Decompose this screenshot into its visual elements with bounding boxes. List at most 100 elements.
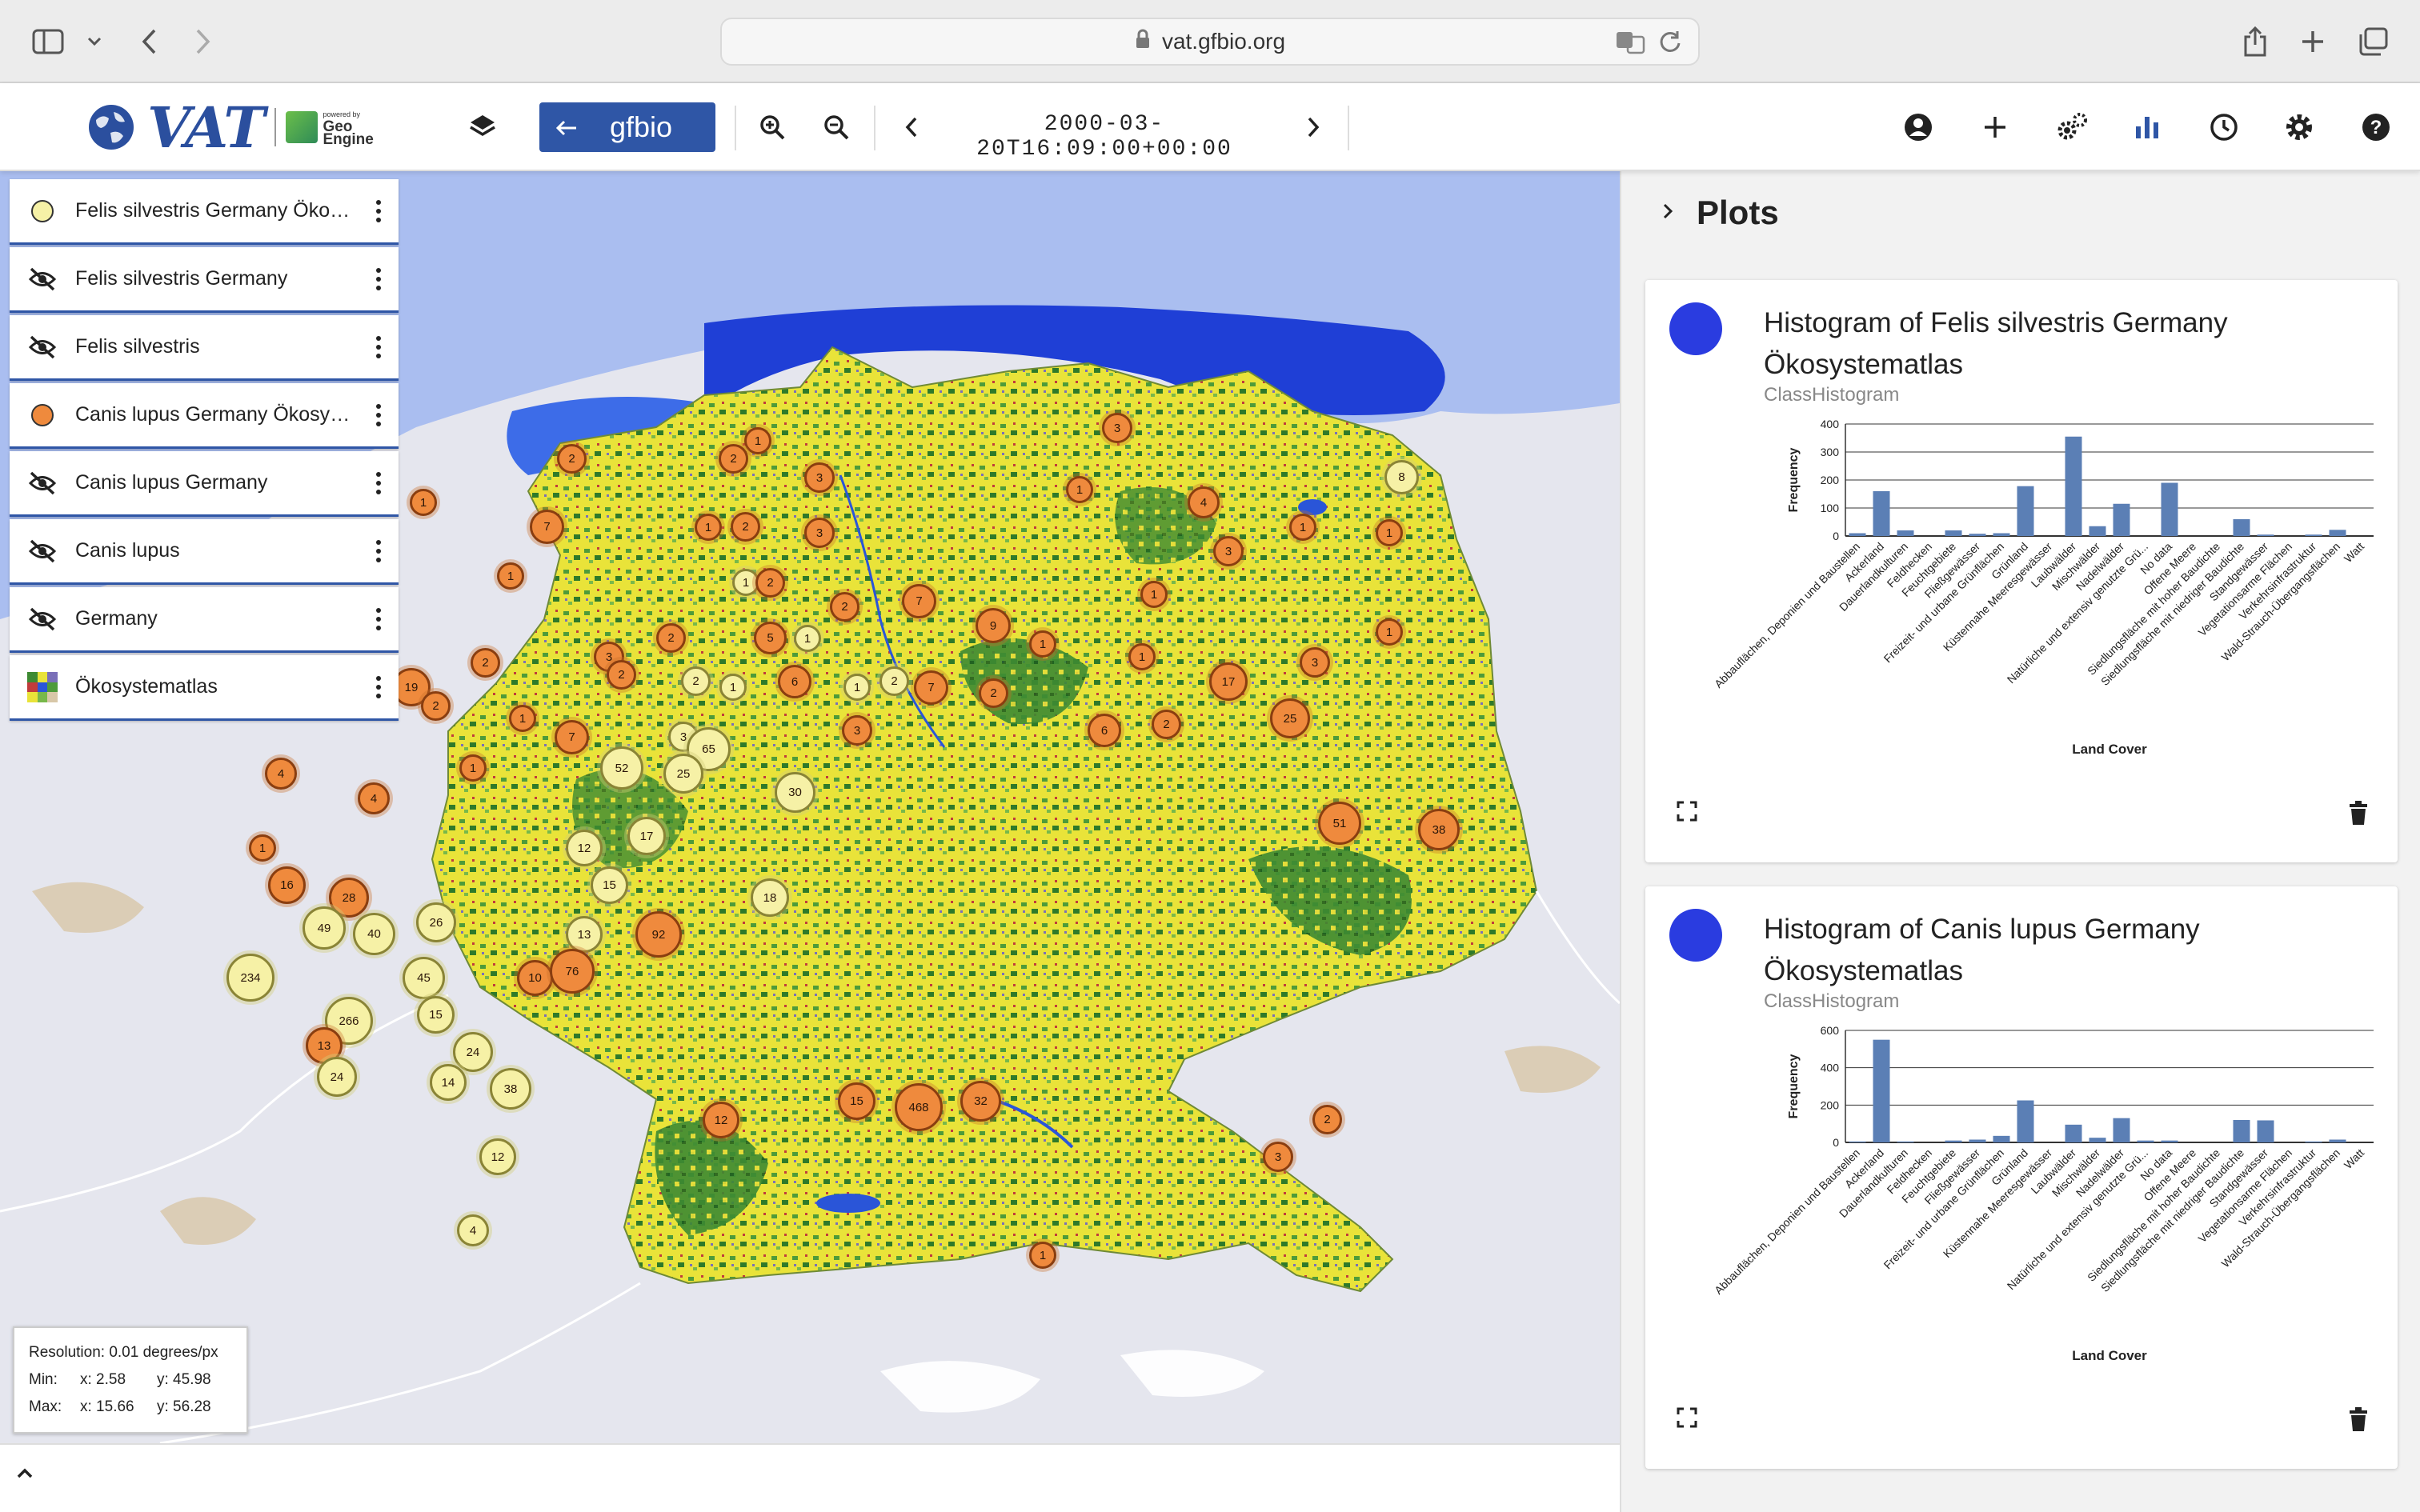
cluster-marker[interactable]: 32	[960, 1081, 1001, 1122]
cluster-marker[interactable]: 1	[695, 514, 722, 541]
cluster-marker[interactable]: 14	[430, 1064, 467, 1101]
cluster-marker[interactable]: 52	[600, 746, 643, 790]
layer-item-felis-silvestris-germany-okosystematlas[interactable]: Felis silvestris Germany Ökosystematlas	[10, 179, 399, 245]
chevron-right-icon[interactable]	[1661, 202, 1674, 224]
cluster-marker[interactable]: 1	[719, 674, 747, 701]
cluster-marker[interactable]: 15	[838, 1082, 875, 1120]
visibility-off-icon[interactable]	[27, 536, 58, 566]
cluster-marker[interactable]: 1	[1376, 618, 1403, 646]
new-tab-icon[interactable]	[2292, 21, 2334, 62]
layer-item-canis-lupus[interactable]: Canis lupus	[10, 519, 399, 585]
cluster-marker[interactable]: 6	[778, 665, 811, 698]
more-vert-icon[interactable]	[359, 199, 399, 222]
layer-item-canis-lupus-germany-okosystematlas[interactable]: Canis lupus Germany Ökosystematlas	[10, 383, 399, 449]
cluster-marker[interactable]: 1	[1029, 1242, 1056, 1269]
cluster-marker[interactable]: 1	[1376, 519, 1403, 546]
cluster-marker[interactable]: 15	[591, 866, 628, 904]
delete-icon[interactable]	[2348, 1406, 2369, 1436]
address-bar[interactable]: vat.gfbio.org	[720, 18, 1700, 66]
cluster-marker[interactable]: 6	[1088, 714, 1121, 747]
cluster-marker[interactable]: 1	[410, 489, 437, 516]
cluster-marker[interactable]: 40	[353, 913, 395, 955]
share-icon[interactable]	[2234, 21, 2276, 62]
cluster-marker[interactable]: 24	[317, 1057, 357, 1097]
vat-logo[interactable]: VAT powered by Geo Engine	[86, 94, 374, 161]
cluster-marker[interactable]: 12	[703, 1102, 739, 1138]
cluster-marker[interactable]: 12	[479, 1138, 516, 1175]
gfbio-back-button[interactable]: gfbio	[539, 102, 715, 152]
more-vert-icon[interactable]	[359, 335, 399, 358]
cluster-marker[interactable]: 3	[1300, 647, 1330, 678]
cluster-marker[interactable]: 7	[914, 670, 948, 705]
cluster-marker[interactable]: 13	[566, 916, 603, 953]
layers-icon[interactable]	[461, 106, 504, 149]
chevron-down-icon[interactable]	[74, 21, 115, 62]
cluster-marker[interactable]: 1	[794, 625, 821, 652]
more-vert-icon[interactable]	[359, 675, 399, 698]
cluster-marker[interactable]: 2	[979, 678, 1008, 708]
visibility-off-icon[interactable]	[27, 264, 58, 294]
delete-icon[interactable]	[2348, 800, 2369, 830]
cluster-marker[interactable]: 1	[1029, 630, 1056, 658]
more-vert-icon[interactable]	[359, 471, 399, 494]
cluster-marker[interactable]: 4	[358, 782, 390, 814]
plots-header[interactable]: Plots	[1621, 171, 2420, 254]
cluster-marker[interactable]: 38	[490, 1068, 531, 1110]
fullscreen-icon[interactable]	[1676, 1406, 1698, 1433]
cluster-marker[interactable]: 2	[731, 512, 760, 542]
chevron-up-icon[interactable]	[16, 1467, 34, 1484]
cluster-marker[interactable]: 25	[1270, 698, 1310, 738]
account-icon[interactable]	[1897, 106, 1940, 149]
cluster-marker[interactable]: 2	[879, 666, 909, 696]
time-display[interactable]: 2000-03-20T16:09:00+00:00	[944, 112, 1264, 162]
cluster-marker[interactable]: 1	[1140, 581, 1168, 608]
back-icon[interactable]	[128, 21, 170, 62]
cluster-marker[interactable]: 1	[1066, 476, 1093, 503]
cluster-marker[interactable]: 45	[403, 957, 445, 999]
sidebar-icon[interactable]	[27, 21, 69, 62]
cluster-marker[interactable]: 468	[895, 1083, 943, 1131]
cluster-marker[interactable]: 8	[1384, 460, 1419, 494]
cluster-marker[interactable]: 3	[842, 715, 872, 746]
translate-icon[interactable]	[1615, 29, 1647, 60]
reload-icon[interactable]	[1658, 29, 1682, 60]
cluster-marker[interactable]: 26	[416, 902, 456, 942]
raster-symbol-icon[interactable]	[27, 671, 58, 702]
cluster-marker[interactable]: 2	[607, 660, 636, 690]
cluster-marker[interactable]: 92	[635, 911, 682, 958]
cluster-marker[interactable]: 17	[1209, 662, 1248, 701]
more-vert-icon[interactable]	[359, 607, 399, 630]
cluster-marker[interactable]: 2	[681, 666, 711, 696]
cluster-marker[interactable]: 1	[843, 674, 871, 701]
cluster-marker[interactable]: 2	[1312, 1105, 1342, 1134]
cluster-marker[interactable]: 3	[1263, 1142, 1293, 1172]
cluster-marker[interactable]: 76	[550, 949, 595, 994]
plots-icon[interactable]	[2126, 106, 2169, 149]
cluster-marker[interactable]: 1	[249, 834, 276, 862]
cluster-marker[interactable]: 24	[453, 1032, 493, 1072]
layer-item-canis-lupus-germany[interactable]: Canis lupus Germany	[10, 451, 399, 517]
cluster-marker[interactable]: 2	[656, 623, 686, 653]
cluster-marker[interactable]: 4	[1188, 486, 1220, 518]
cluster-marker[interactable]: 1	[509, 705, 536, 732]
cluster-marker[interactable]: 49	[302, 906, 346, 950]
cluster-marker[interactable]: 12	[566, 830, 603, 866]
zoom-in-icon[interactable]	[751, 106, 794, 149]
cluster-marker[interactable]: 25	[663, 754, 703, 794]
operators-icon[interactable]	[2050, 106, 2093, 149]
cluster-marker[interactable]: 2	[830, 592, 859, 622]
forward-icon[interactable]	[182, 21, 224, 62]
cluster-marker[interactable]: 2	[719, 444, 748, 474]
time-previous-icon[interactable]	[890, 106, 933, 149]
cluster-marker[interactable]: 1	[744, 427, 771, 454]
cluster-marker[interactable]: 17	[627, 817, 666, 855]
settings-gear-icon[interactable]	[2278, 106, 2321, 149]
point-symbol-icon[interactable]	[31, 199, 54, 222]
add-data-icon[interactable]	[1973, 106, 2017, 149]
visibility-off-icon[interactable]	[27, 332, 58, 362]
cluster-marker[interactable]: 3	[1213, 536, 1244, 566]
cluster-marker[interactable]: 1	[459, 754, 487, 782]
more-vert-icon[interactable]	[359, 539, 399, 562]
cluster-marker[interactable]: 2	[471, 648, 500, 678]
cluster-marker[interactable]: 5	[754, 622, 787, 654]
